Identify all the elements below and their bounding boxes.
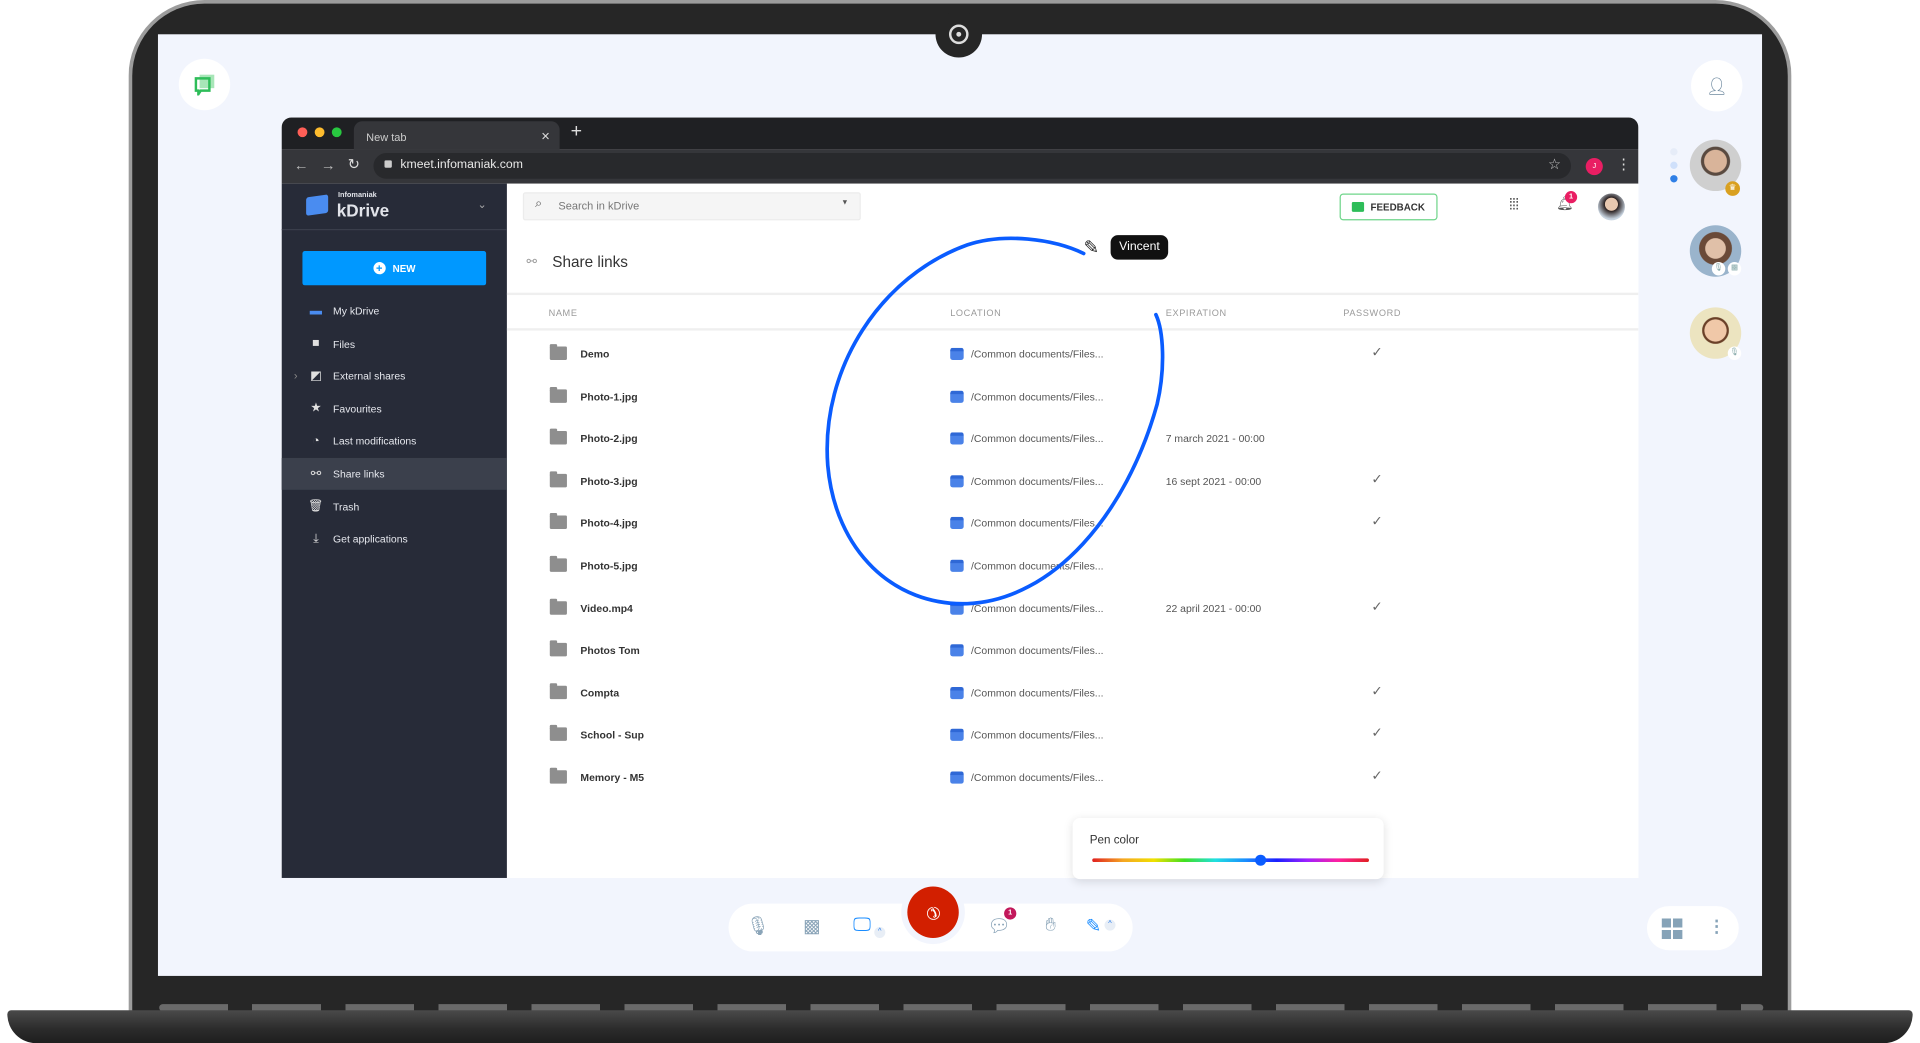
cursor-user-name: Vincent — [1119, 240, 1160, 254]
chat-badge: 1 — [1004, 907, 1017, 920]
raise-hand-icon[interactable]: ✋︎ — [1037, 915, 1064, 936]
scroll-dot-active[interactable] — [1670, 175, 1678, 183]
view-controls: ⋮ — [1646, 906, 1739, 951]
slider-thumb[interactable] — [1255, 854, 1267, 866]
mic-off-icon: 🎙︎ — [1727, 346, 1742, 361]
cursor-user-label: Vincent — [1110, 235, 1169, 260]
mic-off-icon: 🎙︎ — [1711, 262, 1726, 276]
scroll-dot[interactable] — [1670, 161, 1678, 169]
camera-off-icon[interactable]: ▩ — [798, 915, 825, 937]
screen-share-icon[interactable]: 🖵︎ — [849, 915, 876, 936]
pencil-cursor-icon: ✎ — [1083, 237, 1100, 259]
crown-host-icon: ♛ — [1725, 181, 1741, 196]
hangup-button[interactable]: ✆ — [907, 886, 959, 938]
grid-layout-icon[interactable] — [1661, 918, 1683, 940]
camera-off-icon: ▩ — [1727, 262, 1742, 276]
pen-icon[interactable]: ✎ — [1080, 915, 1107, 937]
scroll-dot[interactable] — [1670, 148, 1678, 156]
phone-hangup-icon: ✆ — [921, 900, 946, 925]
microphone-off-icon[interactable]: 🎙︎ — [744, 915, 771, 937]
more-options-icon[interactable]: ⋮ — [1708, 916, 1725, 937]
annotation-drawing — [825, 236, 1165, 606]
pen-color-label: Pen color — [1089, 833, 1139, 848]
pen-color-popup: Pen color — [1072, 817, 1384, 880]
screen-share-options-caret[interactable]: ^ — [874, 926, 886, 938]
pen-color-slider[interactable] — [1092, 854, 1369, 866]
pen-options-caret[interactable]: ^ — [1104, 919, 1116, 931]
pen-stroke — [825, 236, 1165, 606]
